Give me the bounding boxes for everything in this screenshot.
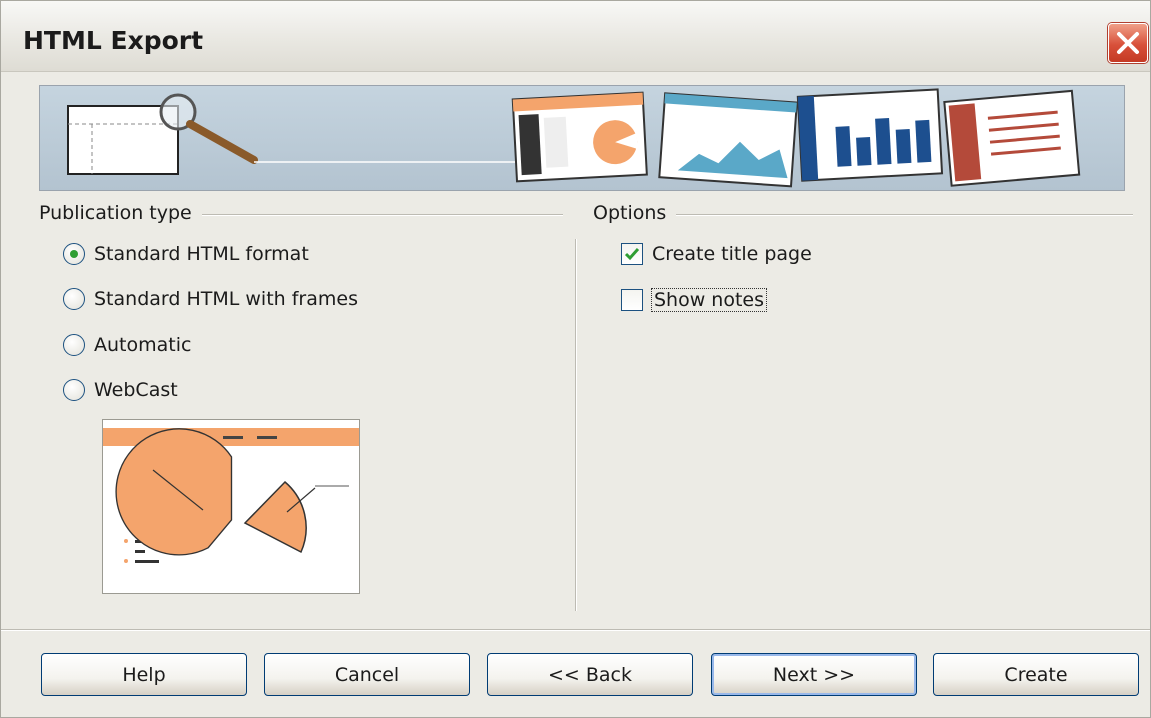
checkbox-label: Create title page: [652, 243, 812, 265]
create-button[interactable]: Create: [933, 653, 1139, 696]
radio-standard-html-frames[interactable]: Standard HTML with frames: [63, 284, 358, 314]
radio-button[interactable]: [63, 379, 85, 401]
wizard-banner: [39, 85, 1125, 191]
radio-label: Standard HTML with frames: [94, 288, 358, 310]
radio-button[interactable]: [63, 334, 85, 356]
radio-dot: [70, 250, 78, 258]
button-area-separator: [1, 629, 1150, 631]
radio-label: Standard HTML format: [94, 243, 309, 265]
title-bar[interactable]: HTML Export: [1, 1, 1150, 72]
close-button[interactable]: [1108, 23, 1148, 63]
help-button[interactable]: Help: [41, 653, 247, 696]
publication-preview-image: [102, 419, 360, 594]
cancel-button[interactable]: Cancel: [264, 653, 470, 696]
checkmark-icon: [624, 248, 640, 261]
checkbox-checked[interactable]: [621, 243, 643, 265]
radio-button-selected[interactable]: [63, 243, 85, 265]
radio-standard-html[interactable]: Standard HTML format: [63, 239, 309, 269]
slide-thumbnail-area: [658, 92, 798, 188]
next-button[interactable]: Next >>: [711, 653, 917, 696]
checkbox[interactable]: [621, 289, 643, 311]
window-title: HTML Export: [23, 26, 204, 55]
create-title-page-checkbox[interactable]: Create title page: [621, 239, 812, 269]
radio-button[interactable]: [63, 288, 85, 310]
checkbox-label: Show notes: [650, 288, 768, 312]
radio-label: WebCast: [94, 379, 178, 401]
slide-thumbnail-bars: [796, 88, 944, 182]
publication-type-label: Publication type: [39, 202, 202, 224]
back-button[interactable]: << Back: [487, 653, 693, 696]
vertical-separator: [575, 239, 577, 611]
close-icon: [1117, 32, 1139, 54]
show-notes-checkbox[interactable]: Show notes: [621, 285, 768, 315]
html-export-dialog: HTML Export Publication type Standard HT…: [0, 0, 1151, 718]
radio-automatic[interactable]: Automatic: [63, 330, 191, 360]
slide-thumbnail-pie: [511, 91, 648, 183]
radio-webcast[interactable]: WebCast: [63, 375, 178, 405]
options-label: Options: [593, 202, 677, 224]
slide-thumbnail-text: [943, 89, 1081, 187]
radio-label: Automatic: [94, 334, 192, 356]
